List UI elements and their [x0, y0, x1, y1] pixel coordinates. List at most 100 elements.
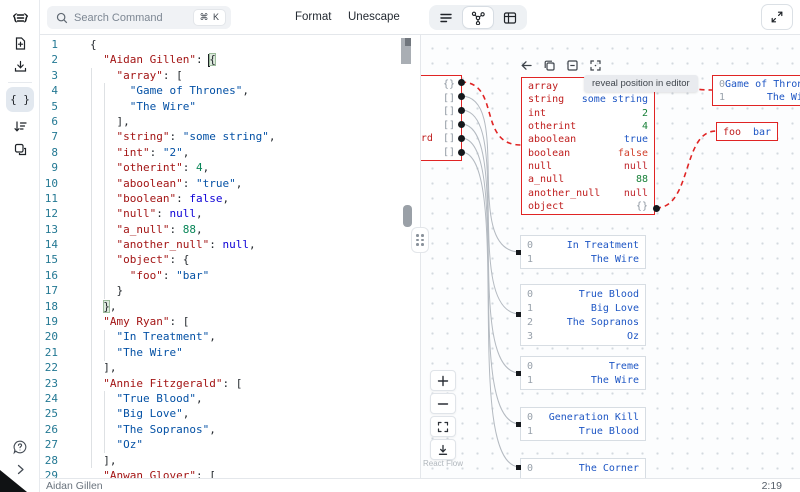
line-number: 21 [44, 345, 58, 359]
zoom-out-button[interactable] [430, 393, 456, 414]
code-line[interactable]: "array": [ [90, 68, 275, 83]
code-line[interactable]: "a_null": 88, [90, 222, 275, 237]
node-row: 1 True Blood [527, 426, 639, 438]
collapse-node-icon[interactable] [565, 58, 579, 72]
line-number: 13 [44, 222, 58, 236]
line-number-gutter: 1 2 3 4 5 6 7 8 9 10 11 12 13 14 15 16 17 18 19 20 21 22 23 24 2… [40, 37, 58, 478]
node-row: a_null 88 [528, 174, 648, 186]
node-row: object{} [528, 200, 648, 212]
graph-node-annie-fitzgerald[interactable]: 0 True Blood 1 Big Love 2 The Sopranos 3 Oz [520, 284, 646, 346]
code-line[interactable]: ], [90, 360, 275, 375]
code-line[interactable]: "Amy Ryan": [ [90, 314, 275, 329]
line-number: 2 [51, 53, 58, 67]
line-number: 10 [44, 176, 58, 190]
code-line[interactable]: "object": { [90, 252, 275, 267]
expand-sidebar-button[interactable] [0, 463, 40, 476]
connection-handle-square [515, 249, 521, 255]
code-line[interactable]: "True Blood", [90, 391, 275, 406]
fit-view-button[interactable] [430, 416, 456, 437]
graph-canvas[interactable]: reveal position in editor React Flow {}[… [421, 35, 800, 478]
app-logo[interactable] [0, 8, 40, 28]
graph-node-object-foo[interactable]: foo bar [716, 122, 778, 141]
code-line[interactable]: "Aidan Gillen": { [90, 52, 275, 67]
compare-icon [14, 143, 26, 156]
graph-node-aidan-gillen[interactable]: array[]stringsome stringint2otherint4abo… [521, 77, 655, 215]
code-line[interactable]: "another_null": null, [90, 237, 275, 252]
code-line[interactable]: "Annie Fitzgerald": [ [90, 376, 275, 391]
line-number: 16 [44, 268, 58, 282]
copy-icon[interactable] [542, 58, 556, 72]
code-line[interactable]: "In Treatment", [90, 329, 275, 344]
code-line[interactable]: "Oz" [90, 437, 275, 452]
editor-list-view-button[interactable] [431, 7, 461, 28]
code-line[interactable]: ], [90, 453, 275, 468]
code-lines[interactable]: { "Aidan Gillen": { "array": [ "Game of … [90, 37, 275, 478]
fullscreen-button[interactable] [761, 4, 793, 30]
line-number: 11 [44, 191, 58, 205]
divider-pill[interactable] [403, 205, 412, 227]
connection-handle-dot [457, 148, 465, 156]
node-row: 0 The Corner [527, 463, 639, 474]
chevron-right-icon [17, 464, 24, 475]
graph-node-amy-ryan[interactable]: 0 In Treatment 1 The Wire [520, 235, 646, 269]
zoom-in-button[interactable] [430, 370, 456, 391]
code-line[interactable]: "The Wire" [90, 99, 275, 114]
graph-node-alexander-skarsgard[interactable]: 0 Generation Kill 1 True Blood [520, 407, 646, 441]
node-row: 1The Wire [719, 92, 800, 103]
focus-node-icon[interactable] [588, 58, 602, 72]
line-number: 20 [44, 330, 58, 344]
line-number: 7 [51, 130, 58, 144]
sort-tool-button[interactable] [0, 119, 40, 134]
line-number: 1 [51, 38, 58, 51]
download-button[interactable] [0, 59, 40, 74]
code-line[interactable]: ], [90, 114, 275, 129]
new-file-button[interactable] [0, 36, 40, 51]
search-input[interactable]: Search Command ⌘ K [47, 6, 231, 29]
code-line[interactable]: "null": null, [90, 206, 275, 221]
graph-node-anwan-glover[interactable]: 0 Treme 1 The Wire [520, 356, 646, 390]
line-number: 14 [44, 238, 58, 252]
format-button[interactable]: Format [295, 0, 331, 35]
divider-grip-handle[interactable] [412, 228, 428, 252]
panel-divider[interactable] [420, 35, 421, 478]
code-line[interactable]: "Anwan Glover": [ [90, 468, 275, 478]
code-line[interactable]: "Game of Thrones", [90, 83, 275, 98]
code-line[interactable]: "string": "some string", [90, 129, 276, 144]
code-line[interactable]: "boolean": false, [90, 191, 275, 206]
node-row: int 2 [528, 107, 648, 119]
node-row: 3 Oz [527, 331, 639, 343]
node-row: rd[] [421, 133, 455, 145]
back-arrow-icon[interactable] [519, 58, 533, 72]
unescape-button[interactable]: Unescape [348, 0, 400, 35]
graph-node-root[interactable]: {}[][][] rd[][] [421, 75, 462, 161]
graph-node-array[interactable]: 0Game of Thrones 1The Wire [712, 75, 800, 106]
json-code-editor[interactable]: 1 2 3 4 5 6 7 8 9 10 11 12 13 14 15 16 17 18 19 20 21 22 23 24 2… [40, 35, 420, 478]
table-view-button[interactable] [495, 7, 525, 28]
connection-handle-dot [457, 134, 465, 142]
compare-tool-button[interactable] [0, 142, 40, 157]
sidebar-divider [8, 82, 32, 83]
graph-view-button[interactable] [463, 7, 493, 28]
code-line[interactable]: { [90, 37, 275, 52]
download-image-button[interactable] [430, 439, 456, 460]
code-line[interactable]: "The Wire" [90, 345, 275, 360]
code-line[interactable]: "Big Love", [90, 406, 275, 421]
list-lines-icon [440, 13, 452, 22]
code-line[interactable]: "aboolean": "true", [90, 176, 275, 191]
graph-node-alice-farmer[interactable]: 0 The Corner [520, 458, 646, 478]
node-row: aboolean true [528, 134, 648, 146]
json-tool-button[interactable]: { } [0, 93, 40, 106]
connection-handle-square [515, 421, 521, 427]
code-line[interactable]: "The Sopranos", [90, 422, 275, 437]
line-number: 8 [51, 145, 58, 159]
fullscreen-icon [771, 11, 783, 23]
help-button[interactable] [0, 439, 40, 455]
code-line[interactable]: "int": "2", [90, 145, 275, 160]
line-number: 28 [44, 453, 58, 467]
code-line[interactable]: } [90, 283, 275, 298]
code-line[interactable]: "otherint": 4, [90, 160, 275, 175]
line-number: 27 [44, 438, 58, 452]
node-row: 2 The Sopranos [527, 317, 639, 329]
code-line[interactable]: }, [90, 299, 275, 314]
code-line[interactable]: "foo": "bar" [90, 268, 275, 283]
